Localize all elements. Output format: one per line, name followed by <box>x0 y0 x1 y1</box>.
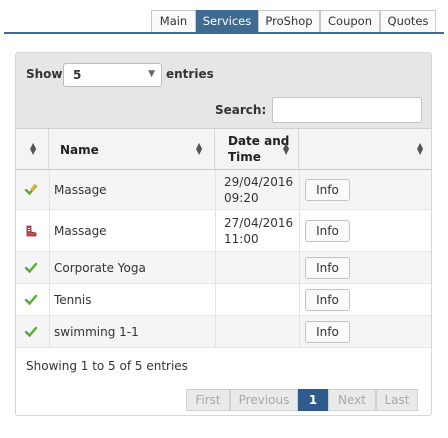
chevron-down-icon: ▼ <box>148 69 155 79</box>
table-controls: Show 5 ▼ entries Search: <box>16 53 431 129</box>
service-time: 09:20 <box>224 191 259 205</box>
tab-quotes[interactable]: Quotes <box>380 10 436 32</box>
pending-shoe-icon <box>26 225 37 237</box>
services-table-panel: Show 5 ▼ entries Search: ▲ ▼ Name ▲ ▼ Date… <box>15 52 432 416</box>
check-icon <box>24 326 38 338</box>
table-header: ▲ ▼ Name ▲ ▼ Date and Time ▲ ▼ ▲ ▼ <box>16 129 431 170</box>
search-label: Search: <box>215 103 267 117</box>
check-icon <box>24 262 38 274</box>
header-name[interactable]: Name ▲ ▼ <box>49 129 215 170</box>
check-pencil-icon <box>24 183 38 196</box>
header-time-label: Time <box>228 150 261 164</box>
service-name: Massage <box>54 183 107 197</box>
tab-bar: Main Services ProShop Coupon Quotes <box>0 0 448 38</box>
table-summary: Showing 1 to 5 of 5 entries <box>26 359 188 373</box>
header-date-time[interactable]: Date and Time ▲ ▼ <box>215 129 299 170</box>
sort-icon: ▲ ▼ <box>196 141 203 156</box>
info-button[interactable]: Info <box>305 257 350 279</box>
info-button[interactable]: Info <box>305 321 350 343</box>
page-size-value: 5 <box>73 68 82 82</box>
service-date: 27/04/2016 <box>224 216 294 230</box>
sort-icon: ▲ ▼ <box>417 141 424 156</box>
table-row: Massage 29/04/2016 09:20 Info <box>16 170 431 210</box>
table-row: Tennis Info <box>16 284 431 316</box>
header-name-label: Name <box>60 143 99 157</box>
tab-coupon[interactable]: Coupon <box>320 10 380 32</box>
service-name: Corporate Yoga <box>54 261 146 275</box>
show-label: Show <box>26 67 63 81</box>
tab-services[interactable]: Services <box>196 10 258 32</box>
table-row: Corporate Yoga Info <box>16 252 431 284</box>
header-action[interactable]: ▲ ▼ <box>299 129 431 170</box>
search-input[interactable] <box>272 97 422 123</box>
sort-icon: ▲ ▼ <box>283 141 290 156</box>
table-row: swimming 1-1 Info <box>16 316 431 348</box>
header-status[interactable]: ▲ ▼ <box>16 129 49 170</box>
service-date: 29/04/2016 <box>224 175 294 189</box>
info-button[interactable]: Info <box>305 179 350 201</box>
next-page-button[interactable]: Next <box>328 389 376 411</box>
page-1-button[interactable]: 1 <box>298 389 328 411</box>
first-page-button[interactable]: First <box>186 389 230 411</box>
table-row: Massage 27/04/2016 11:00 Info <box>16 210 431 252</box>
header-date-label: Date and <box>228 134 290 148</box>
tab-proshop[interactable]: ProShop <box>258 10 320 32</box>
service-name: Tennis <box>54 293 92 307</box>
info-button[interactable]: Info <box>305 289 350 311</box>
tab-bar-underline <box>4 32 444 34</box>
service-name: swimming 1-1 <box>54 325 139 339</box>
previous-page-button[interactable]: Previous <box>230 389 298 411</box>
check-icon <box>24 294 38 306</box>
service-time: 11:00 <box>224 232 259 246</box>
service-name: Massage <box>54 224 107 238</box>
last-page-button[interactable]: Last <box>376 389 418 411</box>
tab-main[interactable]: Main <box>151 10 196 32</box>
page-size-select[interactable]: 5 ▼ <box>63 63 162 87</box>
sort-icon: ▲ ▼ <box>30 141 37 156</box>
entries-label: entries <box>166 67 214 81</box>
info-button[interactable]: Info <box>305 220 350 242</box>
